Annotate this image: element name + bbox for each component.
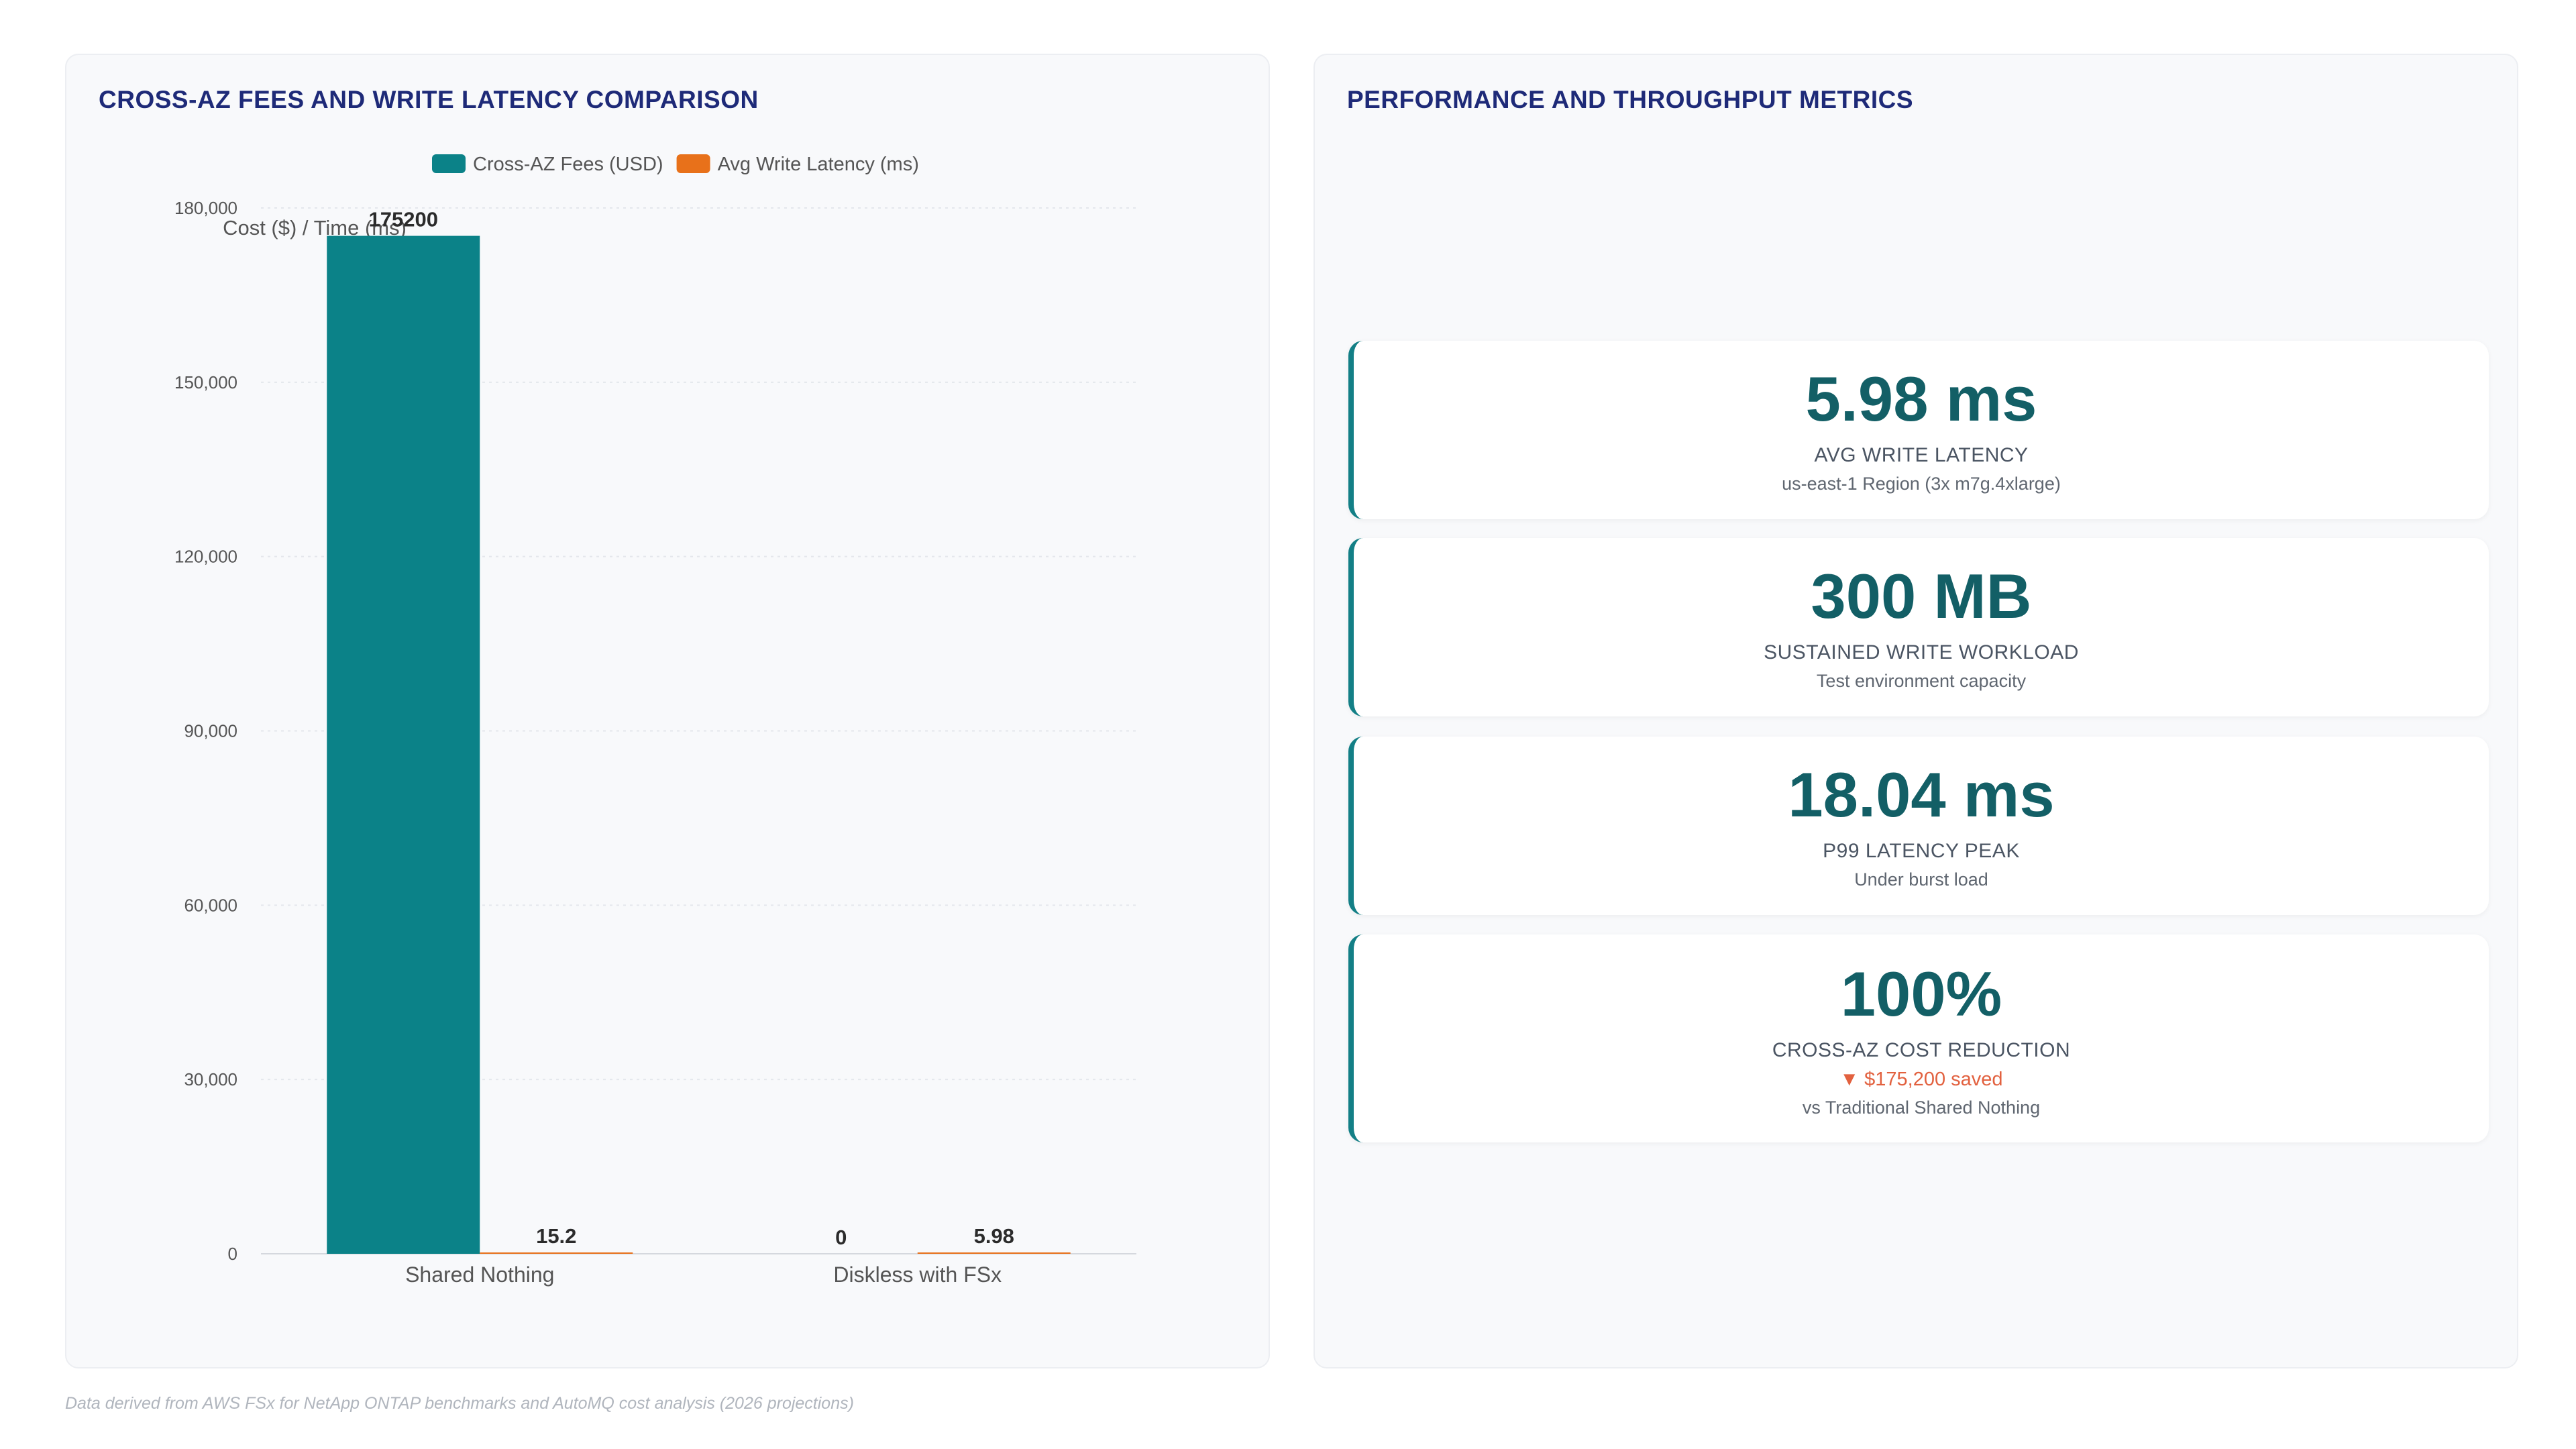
chart-panel: CROSS-AZ FEES AND WRITE LATENCY COMPARIS… xyxy=(65,54,1270,1368)
bar xyxy=(327,235,480,1254)
metric-subtext: Test environment capacity xyxy=(1816,671,2027,691)
y-tick-label: 180,000 xyxy=(174,198,237,218)
data-label: 15.2 xyxy=(536,1224,576,1248)
legend-swatch xyxy=(432,154,466,173)
metric-label: P99 LATENCY PEAK xyxy=(1823,840,2020,862)
metric-card-avg-latency: 5.98 ms AVG WRITE LATENCY us-east-1 Regi… xyxy=(1348,341,2489,519)
y-tick-label: 30,000 xyxy=(184,1069,237,1089)
x-tick-label: Shared Nothing xyxy=(405,1263,554,1287)
metrics-panel: PERFORMANCE AND THROUGHPUT METRICS 5.98 … xyxy=(1313,54,2518,1368)
metric-value: 18.04 ms xyxy=(1788,759,2055,830)
metric-subtext: us-east-1 Region (3x m7g.4xlarge) xyxy=(1782,474,2061,494)
metric-value: 300 MB xyxy=(1811,561,2032,631)
y-tick-label: 0 xyxy=(228,1244,237,1264)
y-tick-label: 120,000 xyxy=(174,547,237,567)
metric-label: CROSS-AZ COST REDUCTION xyxy=(1772,1039,2071,1061)
x-tick-label: Diskless with FSx xyxy=(833,1263,1002,1287)
footer-note: Data derived from AWS FSx for NetApp ONT… xyxy=(65,1394,854,1413)
y-tick-label: 150,000 xyxy=(174,372,237,392)
y-tick-label: 90,000 xyxy=(184,721,237,741)
savings-indicator: ▼ $175,200 saved xyxy=(1839,1069,2003,1090)
bar xyxy=(917,1252,1071,1254)
metric-card-cost-reduction: 100% CROSS-AZ COST REDUCTION ▼ $175,200 … xyxy=(1348,934,2489,1142)
legend-swatch xyxy=(676,154,710,173)
metric-card-p99-latency: 18.04 ms P99 LATENCY PEAK Under burst lo… xyxy=(1348,737,2489,915)
metrics-panel-title: PERFORMANCE AND THROUGHPUT METRICS xyxy=(1347,86,1914,113)
metric-label: AVG WRITE LATENCY xyxy=(1814,444,2029,466)
metric-value: 5.98 ms xyxy=(1805,364,2037,434)
bar-chart: 0 30,000 60,000 90,000 120,000 150,000 180,000… xyxy=(174,154,1136,1287)
bar xyxy=(480,1252,633,1254)
data-label: 0 xyxy=(835,1226,847,1249)
metric-subtext: Under burst load xyxy=(1854,869,1988,890)
y-tick-label: 60,000 xyxy=(184,895,237,915)
data-label: 175200 xyxy=(369,208,438,231)
metric-value: 100% xyxy=(1840,959,2002,1029)
metric-subtext: vs Traditional Shared Nothing xyxy=(1802,1097,2041,1118)
data-label: 5.98 xyxy=(974,1224,1014,1248)
legend-label: Cross-AZ Fees (USD) xyxy=(473,154,663,175)
legend-label: Avg Write Latency (ms) xyxy=(718,154,919,175)
metric-card-write-workload: 300 MB SUSTAINED WRITE WORKLOAD Test env… xyxy=(1348,538,2489,716)
metric-label: SUSTAINED WRITE WORKLOAD xyxy=(1764,641,2079,663)
